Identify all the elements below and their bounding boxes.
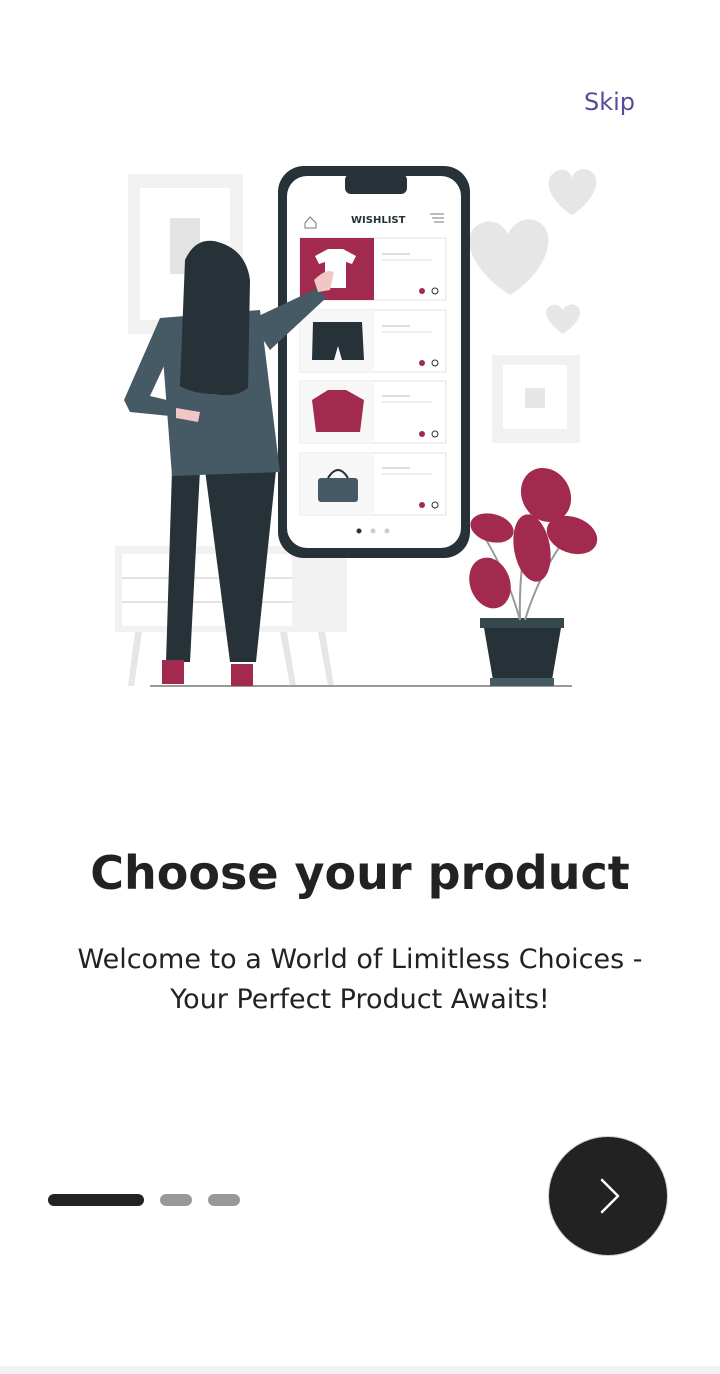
- page-dot: [208, 1194, 240, 1206]
- page-subtitle: Welcome to a World of Limitless Choices …: [40, 940, 680, 1020]
- svg-text:WISHLIST: WISHLIST: [351, 215, 406, 226]
- subtitle-line-2: Your Perfect Product Awaits!: [170, 984, 550, 1015]
- bottom-divider: [0, 1366, 720, 1374]
- page-dot: [160, 1194, 192, 1206]
- pagination-indicator: [48, 1194, 240, 1206]
- skip-button[interactable]: Skip: [584, 88, 635, 116]
- chevron-right-icon: [600, 1178, 620, 1214]
- hearts-decor: [469, 169, 597, 334]
- subtitle-line-1: Welcome to a World of Limitless Choices …: [77, 944, 643, 975]
- wall-frame-right: [492, 355, 580, 443]
- phone-product-row-4: [299, 452, 447, 516]
- page-dot-active: [48, 1194, 144, 1206]
- phone-product-row-3: [299, 380, 447, 444]
- phone-mockup: WISHLIST: [278, 166, 470, 558]
- next-button[interactable]: [549, 1137, 667, 1255]
- plant-decor: [469, 467, 598, 686]
- page-title: Choose your product: [90, 846, 630, 900]
- onboarding-illustration: WISHLIST: [115, 166, 598, 687]
- phone-product-row-2: [299, 309, 447, 373]
